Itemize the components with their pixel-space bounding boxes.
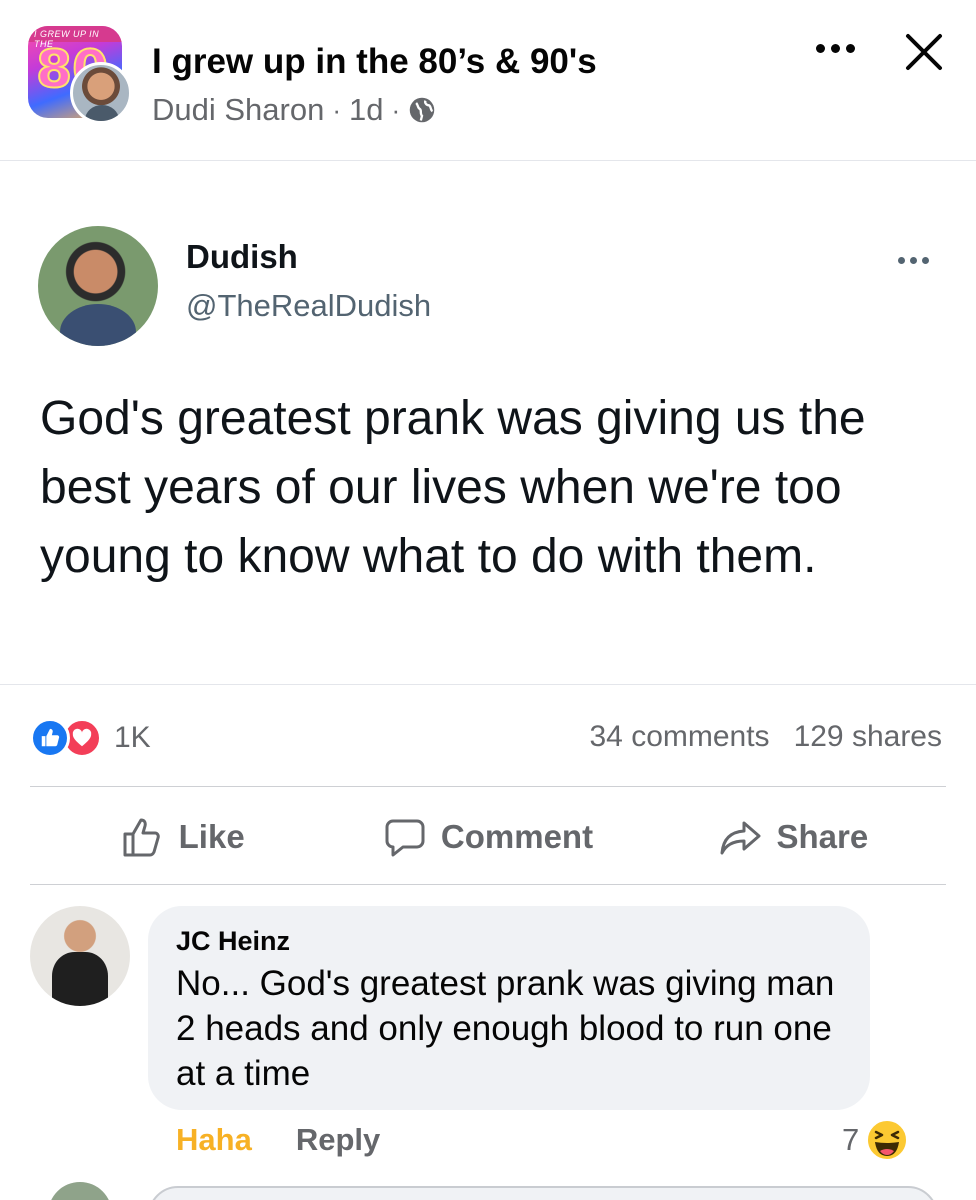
tweet-handle: @TheRealDudish: [186, 288, 432, 323]
share-button[interactable]: Share: [641, 790, 946, 884]
comment-haha-button[interactable]: Haha: [176, 1122, 252, 1158]
comment-actions: Haha Reply: [176, 1122, 380, 1158]
comment-text: No... God's greatest prank was giving ma…: [176, 964, 835, 1093]
like-label: Like: [178, 818, 245, 855]
comment-author[interactable]: JC Heinz: [176, 926, 842, 957]
haha-emoji-icon: [866, 1119, 909, 1161]
comment-icon: [385, 819, 425, 857]
divider: [0, 684, 976, 685]
group-name[interactable]: I grew up in the 80’s & 90's: [152, 42, 597, 82]
share-icon: [720, 821, 761, 855]
thumbs-up-icon: [41, 728, 60, 747]
globe-icon: [409, 97, 435, 123]
dot: [921, 256, 929, 264]
dot: [845, 43, 855, 53]
thumbs-up-icon: [123, 818, 160, 857]
post-stats: 34 comments 129 shares: [589, 720, 942, 754]
more-icon[interactable]: [812, 36, 858, 60]
tweet-avatar: [38, 226, 158, 346]
post-time[interactable]: 1d: [349, 92, 383, 128]
divider: [0, 160, 976, 161]
post-meta: Dudi Sharon · 1d ·: [152, 92, 436, 128]
heart-icon: [72, 728, 92, 747]
tweet-display-name: Dudish: [186, 238, 298, 275]
like-reaction-icon: [30, 718, 70, 758]
dot: [909, 256, 917, 264]
author-name[interactable]: Dudi Sharon: [152, 92, 324, 128]
comment-reaction-count: 7: [842, 1122, 860, 1157]
tweet-more-icon: [892, 252, 934, 268]
tweet-text: God's greatest prank was giving us the b…: [40, 392, 866, 583]
dot: [830, 43, 840, 53]
reaction-summary[interactable]: 1K: [30, 718, 151, 758]
action-bar: Like Comment Share: [30, 790, 946, 884]
meta-separator: ·: [332, 94, 342, 125]
comment-bubble: JC Heinz No... God's greatest prank was …: [148, 906, 870, 1110]
like-button[interactable]: Like: [30, 790, 335, 884]
reaction-count: 1K: [114, 721, 151, 754]
comment-label: Comment: [440, 818, 594, 855]
close-icon[interactable]: [900, 28, 948, 76]
comment-count[interactable]: 34 comments: [589, 720, 769, 754]
divider: [30, 786, 946, 787]
author-avatar[interactable]: [70, 62, 132, 124]
comment-reaction-summary[interactable]: 7: [842, 1118, 909, 1162]
next-commenter-avatar[interactable]: [48, 1182, 112, 1200]
share-label: Share: [776, 818, 869, 855]
dot: [897, 256, 905, 264]
next-comment-bubble: [148, 1186, 938, 1200]
meta-separator: ·: [391, 94, 401, 125]
comment-button[interactable]: Comment: [335, 790, 640, 884]
divider: [30, 884, 946, 885]
dot: [815, 43, 825, 53]
post-header: I GREW UP IN THE 80 I grew up in the 80’…: [0, 0, 976, 160]
share-count[interactable]: 129 shares: [794, 720, 942, 754]
commenter-avatar[interactable]: [30, 906, 130, 1006]
comment-reply-button[interactable]: Reply: [296, 1122, 380, 1158]
